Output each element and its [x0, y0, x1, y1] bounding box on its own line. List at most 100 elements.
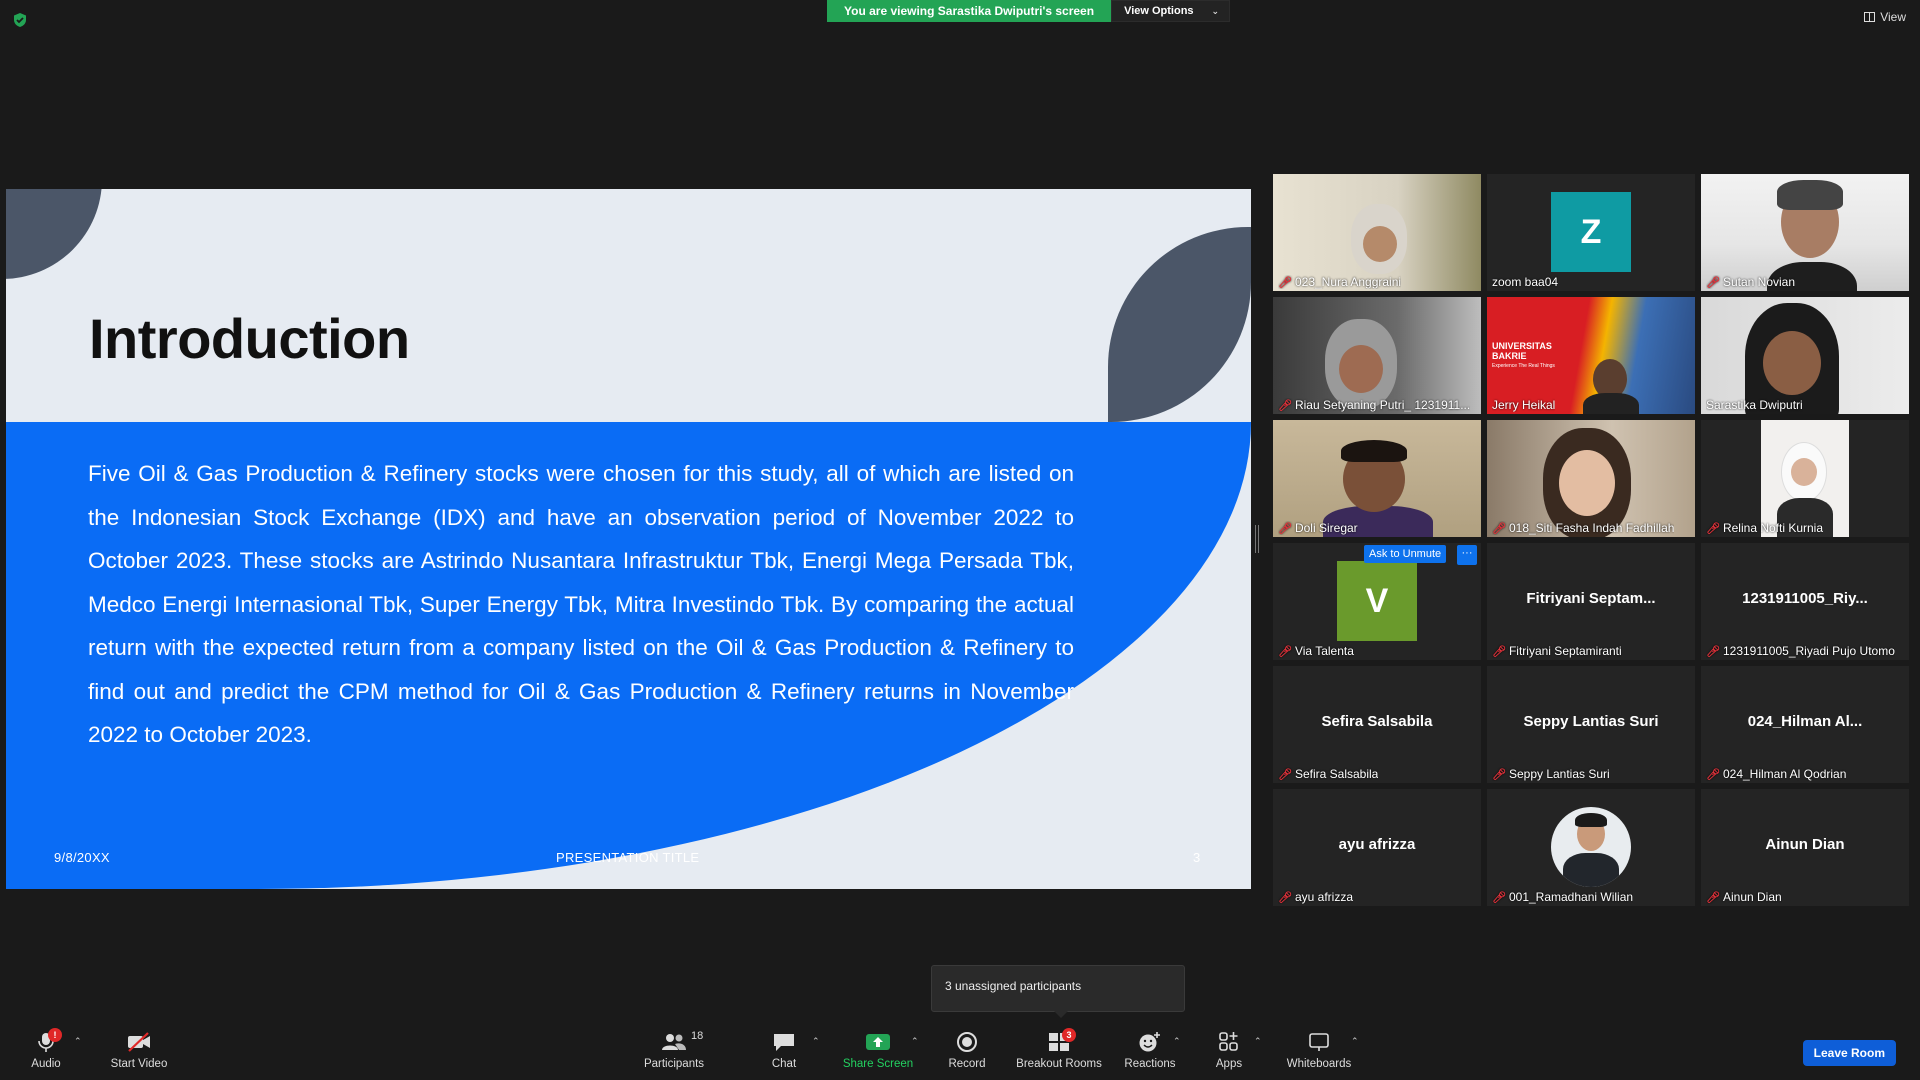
record-label: Record: [948, 1058, 986, 1070]
participant-name-row: zoom baa04: [1492, 275, 1558, 289]
participant-video: [1701, 174, 1909, 291]
whiteboards-label: Whiteboards: [1286, 1058, 1352, 1070]
security-shield-icon[interactable]: [12, 12, 28, 28]
breakout-rooms-badge: 3: [1062, 1028, 1076, 1042]
reactions-button[interactable]: Reactions: [1120, 1020, 1180, 1080]
participant-avatar: V: [1337, 561, 1417, 641]
slide-decoration-top-right: [1108, 227, 1251, 422]
participant-profile-photo: [1551, 807, 1631, 887]
chat-options-caret-icon[interactable]: ⌃: [812, 1036, 820, 1047]
participant-name: Jerry Heikal: [1492, 398, 1556, 412]
participant-name-row: 🎤︎ Riau Setyaning Putri_ 1231911...: [1278, 398, 1470, 412]
participant-name: 024_Hilman Al Qodrian: [1722, 767, 1847, 781]
more-options-button[interactable]: ···: [1457, 545, 1477, 565]
participant-tile[interactable]: 🎤︎ 001_Ramadhani Wilian: [1487, 789, 1695, 906]
participant-video: UNIVERSITAS BAKRIE Experience The Real T…: [1487, 297, 1695, 414]
start-video-label: Start Video: [110, 1058, 168, 1070]
record-button[interactable]: Record: [942, 1020, 992, 1080]
audio-warning-badge: !: [48, 1028, 62, 1042]
reactions-options-caret-icon[interactable]: ⌃: [1173, 1036, 1181, 1047]
audio-button[interactable]: ! Audio: [22, 1020, 70, 1080]
slide-title: Introduction: [89, 307, 410, 370]
participant-name: Sefira Salsabila: [1294, 767, 1379, 781]
view-options-button[interactable]: View Options ⌄: [1111, 0, 1231, 22]
participant-tile[interactable]: ayu afrizza 🎤︎ ayu afrizza: [1273, 789, 1481, 906]
chevron-down-icon: ⌄: [1211, 6, 1220, 16]
reactions-label: Reactions: [1124, 1058, 1176, 1070]
share-screen-label: Share Screen: [842, 1058, 914, 1070]
breakout-rooms-button[interactable]: 3 Breakout Rooms: [1012, 1020, 1106, 1080]
split-resize-handle[interactable]: [1255, 525, 1259, 553]
participant-tile[interactable]: Ainun Dian 🎤︎ Ainun Dian: [1701, 789, 1909, 906]
unassigned-participants-popup[interactable]: 3 unassigned participants: [931, 965, 1185, 1018]
participant-name-row: Sarastika Dwiputri: [1706, 398, 1803, 412]
participant-tile[interactable]: Sefira Salsabila 🎤︎ Sefira Salsabila: [1273, 666, 1481, 783]
participant-tile[interactable]: 024_Hilman Al... 🎤︎ 024_Hilman Al Qodrian: [1701, 666, 1909, 783]
participant-video: [1701, 297, 1909, 414]
participant-tile[interactable]: 🎤︎ Riau Setyaning Putri_ 1231911...: [1273, 297, 1481, 414]
start-video-button[interactable]: Start Video: [105, 1020, 173, 1080]
slide-footer-title: PRESENTATION TITLE: [556, 850, 700, 865]
person-face: [1763, 331, 1821, 395]
zoom-window: You are viewing Sarastika Dwiputri's scr…: [0, 0, 1920, 1080]
slide-footer-date: 9/8/20XX: [54, 850, 110, 865]
participant-name-row: 🎤︎ Via Talenta: [1278, 644, 1354, 658]
whiteboards-button[interactable]: Whiteboards: [1280, 1020, 1358, 1080]
participant-name: zoom baa04: [1492, 275, 1559, 289]
participant-tile[interactable]: Z zoom baa04: [1487, 174, 1695, 291]
muted-mic-icon: 🎤︎: [1492, 768, 1506, 781]
participant-avatar: Z: [1551, 192, 1631, 272]
view-button[interactable]: View: [1864, 10, 1906, 24]
participant-tile[interactable]: 1231911005_Riy... 🎤︎ 1231911005_Riyadi Pu…: [1701, 543, 1909, 660]
participants-icon: 18: [661, 1030, 703, 1054]
share-screen-button[interactable]: Share Screen: [838, 1020, 918, 1080]
record-icon: [956, 1030, 978, 1054]
participants-button[interactable]: 18 Participants: [640, 1020, 708, 1080]
participant-tile[interactable]: 🎤︎ Sutan Novian: [1701, 174, 1909, 291]
participant-name: 018_Siti Fasha Indah Fadhillah: [1508, 521, 1675, 535]
participant-name: 1231911005_Riyadi Pujo Utomo: [1722, 644, 1895, 658]
apps-options-caret-icon[interactable]: ⌃: [1254, 1036, 1262, 1047]
virtual-background-text: UNIVERSITAS BAKRIE Experience The Real T…: [1492, 341, 1555, 371]
apps-button[interactable]: Apps: [1208, 1020, 1250, 1080]
participant-tile[interactable]: Seppy Lantias Suri 🎤︎ Seppy Lantias Suri: [1487, 666, 1695, 783]
slide-body-text: Five Oil & Gas Production & Refinery sto…: [88, 461, 1074, 747]
whiteboards-options-caret-icon[interactable]: ⌃: [1351, 1036, 1359, 1047]
participant-tile[interactable]: Fitriyani Septam... 🎤︎ Fitriyani Septamir…: [1487, 543, 1695, 660]
participant-name-row: 🎤︎ 023_Nura Anggraini: [1278, 275, 1401, 289]
participant-name-row: 🎤︎ Relina Nofti Kurnia: [1706, 521, 1823, 535]
audio-options-caret-icon[interactable]: ⌃: [74, 1036, 82, 1047]
share-options-caret-icon[interactable]: ⌃: [911, 1036, 919, 1047]
muted-mic-icon: 🎤︎: [1492, 645, 1506, 658]
chat-button[interactable]: Chat: [760, 1020, 808, 1080]
participant-name-row: Jerry Heikal: [1492, 398, 1555, 412]
participant-name-row: 🎤︎ Sutan Novian: [1706, 275, 1795, 289]
participant-name: 023_Nura Anggraini: [1294, 275, 1402, 289]
muted-mic-icon: 🎤︎: [1492, 522, 1506, 535]
bg-text-line: UNIVERSITAS: [1492, 341, 1552, 351]
view-options-label: View Options: [1124, 5, 1194, 17]
participant-tile[interactable]: 🎤︎ Doli Siregar: [1273, 420, 1481, 537]
muted-mic-icon: 🎤︎: [1278, 768, 1292, 781]
person-hair: [1341, 440, 1407, 462]
participant-tile[interactable]: UNIVERSITAS BAKRIE Experience The Real T…: [1487, 297, 1695, 414]
participant-display-name: Sefira Salsabila: [1321, 713, 1433, 730]
ask-to-unmute-button[interactable]: Ask to Unmute: [1364, 545, 1447, 563]
slide-footer-page: 3: [1193, 850, 1201, 865]
chat-icon: [772, 1030, 796, 1054]
participant-name-row: 🎤︎ Sefira Salsabila: [1278, 767, 1378, 781]
participant-tile-active-speaker[interactable]: Sarastika Dwiputri: [1701, 297, 1909, 414]
muted-mic-icon: 🎤︎: [1278, 399, 1292, 412]
participant-name: Riau Setyaning Putri_ 1231911...: [1294, 398, 1471, 412]
participant-tile[interactable]: 🎤︎ 018_Siti Fasha Indah Fadhillah: [1487, 420, 1695, 537]
participant-name: Ainun Dian: [1722, 890, 1782, 904]
participant-name-row: 🎤︎ 001_Ramadhani Wilian: [1492, 890, 1633, 904]
participant-tile[interactable]: 🎤︎ 023_Nura Anggraini: [1273, 174, 1481, 291]
muted-mic-icon: 🎤︎: [1706, 645, 1720, 658]
participant-display-name: Seppy Lantias Suri: [1523, 713, 1659, 730]
chat-label: Chat: [771, 1058, 797, 1070]
popup-text: 3 unassigned participants: [945, 979, 1082, 993]
bg-text-line: BAKRIE: [1492, 351, 1527, 361]
participant-tile[interactable]: 🎤︎ Relina Nofti Kurnia: [1701, 420, 1909, 537]
leave-room-button[interactable]: Leave Room: [1802, 1040, 1896, 1066]
